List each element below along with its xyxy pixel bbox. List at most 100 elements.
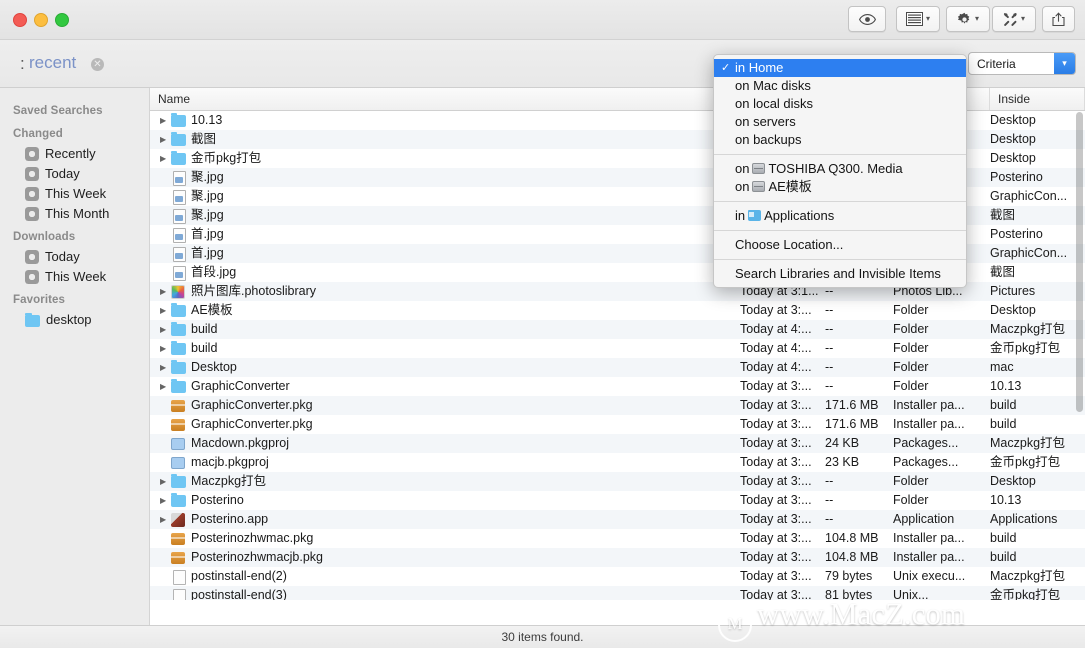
sidebar-item-desktop[interactable]: desktop [0,310,149,330]
folder-icon [171,379,186,394]
disclosure-triangle-icon[interactable]: ▶ [160,377,170,396]
minimize-button[interactable] [34,13,48,27]
gear-icon [957,12,970,24]
disclosure-triangle-icon[interactable]: ▶ [160,358,170,377]
vertical-scrollbar[interactable] [1076,112,1083,412]
cell-kind: Unix... [893,588,929,600]
table-row[interactable]: ▶ AE模板 Today at 3:... -- Folder Desktop [150,301,1085,320]
menu-item[interactable]: on TOSHIBA Q300. Media [714,160,966,178]
folder-icon [25,313,40,327]
jpeg-icon [171,227,186,243]
menu-item-label: on Mac disks [735,78,811,93]
menu-item[interactable]: on AE模板 [714,178,966,196]
disclosure-triangle-icon[interactable]: ▶ [160,320,170,339]
table-row[interactable]: ▶ postinstall-end(3) Today at 3:... 81 byte… [150,586,1085,600]
sidebar-item-this-month[interactable]: This Month [0,204,149,224]
menu-item-label: AE模板 [768,179,812,194]
column-header-name[interactable]: Name [150,88,740,110]
maximize-button[interactable] [55,13,69,27]
column-header-inside[interactable]: Inside [990,88,1085,110]
disclosure-triangle-icon[interactable]: ▶ [160,472,170,491]
menu-item[interactable]: Choose Location... [714,236,966,254]
share-button[interactable] [1042,6,1075,32]
table-row[interactable]: ▶ macjb.pkgproj Today at 3:... 23 KB Package… [150,453,1085,472]
cell-size: 171.6 MB [825,417,879,431]
table-row[interactable]: ▶ build Today at 4:... -- Folder Maczpkg打包 [150,320,1085,339]
disclosure-triangle-icon[interactable]: ▶ [160,339,170,358]
sidebar-item-this-week[interactable]: This Week [0,184,149,204]
cell-name: ▶ GraphicConverter.pkg [150,415,510,434]
cell-name: ▶ 首段.jpg [150,263,510,282]
file-name: Posterino.app [191,512,269,526]
disclosure-spacer: ▶ [160,187,170,206]
close-button[interactable] [13,13,27,27]
tools-menu-button[interactable]: ▾ [992,6,1036,32]
sidebar-item-recently[interactable]: Recently [0,144,149,164]
finder-window: ▾ ▾ ▾ : recent ✕ Criteria ▾ Saved Search… [0,0,1085,648]
table-row[interactable]: ▶ GraphicConverter Today at 3:... -- Folder 1… [150,377,1085,396]
disclosure-triangle-icon[interactable]: ▶ [160,149,170,168]
gear-icon [25,250,39,264]
menu-item[interactable]: on Mac disks [714,77,966,95]
table-row[interactable]: ▶ build Today at 4:... -- Folder 金币pkg打包 [150,339,1085,358]
table-row[interactable]: ▶ postinstall-end(2) Today at 3:... 79 byte… [150,567,1085,586]
file-name: 照片图库.photoslibrary [191,284,317,298]
sidebar-item-today[interactable]: Today [0,164,149,184]
table-row[interactable]: ▶ Posterino Today at 3:... -- Folder 10.13 [150,491,1085,510]
cell-inside: 金币pkg打包 [990,588,1061,600]
disclosure-triangle-icon[interactable]: ▶ [160,111,170,130]
table-row[interactable]: ▶ Maczpkg打包 Today at 3:... -- Folder Desktop [150,472,1085,491]
cell-inside: Pictures [990,284,1036,298]
menu-item[interactable]: on servers [714,113,966,131]
cell-size: 171.6 MB [825,398,879,412]
disclosure-triangle-icon[interactable]: ▶ [160,510,170,529]
disclosure-triangle-icon[interactable]: ▶ [160,130,170,149]
cell-date: Today at 3:... [740,550,812,564]
disk-icon [752,163,766,174]
table-row[interactable]: ▶ Posterino.app Today at 3:... -- Applicatio… [150,510,1085,529]
cell-inside: Maczpkg打包 [990,436,1066,450]
menu-item[interactable]: on local disks [714,95,966,113]
sidebar-item-today[interactable]: Today [0,247,149,267]
criteria-dropdown[interactable]: Criteria ▾ [968,52,1076,75]
quick-look-button[interactable] [848,6,886,32]
sidebar-section-header: Changed [13,128,63,140]
gear-icon [25,207,39,221]
file-name: GraphicConverter.pkg [191,398,313,412]
disclosure-triangle-icon[interactable]: ▶ [160,301,170,320]
disclosure-triangle-icon[interactable]: ▶ [160,491,170,510]
view-options-button[interactable]: ▾ [896,6,940,32]
app-icon [171,512,186,527]
table-row[interactable]: ▶ GraphicConverter.pkg Today at 3:... 171.6… [150,396,1085,415]
menu-item[interactable]: in Applications [714,207,966,225]
doc-icon [171,569,186,585]
folder-icon [171,341,186,356]
table-row[interactable]: ▶ Posterinozhwmac.pkg Today at 3:... 104.8 … [150,529,1085,548]
menu-item[interactable]: on backups [714,131,966,149]
folder-icon [171,151,186,166]
cell-name: ▶ 照片图库.photoslibrary [150,282,510,301]
search-token-label[interactable]: recent [29,53,76,73]
table-row[interactable]: ▶ Macdown.pkgproj Today at 3:... 24 KB Packa… [150,434,1085,453]
chevron-down-icon: ▾ [974,14,979,23]
cell-size: -- [825,512,834,526]
share-icon [1052,12,1065,26]
close-icon[interactable]: ✕ [91,58,104,71]
search-scope-menu: ✓ in Home on Mac disks on local disks on ser… [713,54,967,288]
disclosure-triangle-icon[interactable]: ▶ [160,282,170,301]
file-name: GraphicConverter.pkg [191,417,313,431]
file-name: macjb.pkgproj [191,455,269,469]
action-menu-button[interactable]: ▾ [946,6,990,32]
menu-item[interactable]: ✓ in Home [714,59,966,77]
tools-icon [1003,12,1017,26]
cell-date: Today at 3:... [740,569,812,583]
gear-icon [25,270,39,284]
menu-item[interactable]: Search Libraries and Invisible Items [714,265,966,283]
table-row[interactable]: ▶ Desktop Today at 4:... -- Folder mac [150,358,1085,377]
table-row[interactable]: ▶ Posterinozhwmacjb.pkg Today at 3:... 104.… [150,548,1085,567]
disclosure-spacer: ▶ [160,263,170,282]
sidebar-item-this-week[interactable]: This Week [0,267,149,287]
cell-size: 104.8 MB [825,550,879,564]
cell-name: ▶ Posterino [150,491,510,510]
table-row[interactable]: ▶ GraphicConverter.pkg Today at 3:... 171.6… [150,415,1085,434]
